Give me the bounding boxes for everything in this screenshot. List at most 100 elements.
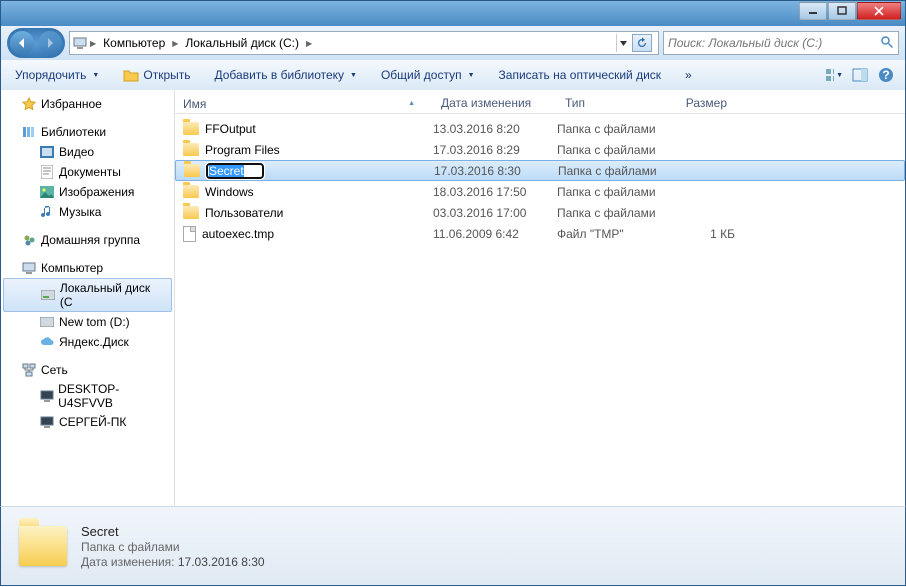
view-options-button[interactable]: ▼ (825, 66, 843, 84)
details-pane: Secret Папка с файлами Дата изменения: 1… (0, 506, 906, 586)
sidebar-label: Документы (59, 165, 121, 179)
folder-large-icon (19, 526, 67, 566)
sidebar-label: Избранное (41, 97, 102, 111)
table-row[interactable]: FFOutput 13.03.2016 8:20Папка с файлами (175, 118, 905, 139)
sidebar-label: Изображения (59, 185, 134, 199)
window-titlebar (0, 0, 906, 26)
sidebar-libraries[interactable]: Библиотеки (1, 122, 174, 142)
file-size: 1 КБ (675, 227, 735, 241)
sidebar-label: Видео (59, 145, 94, 159)
sidebar-desktop-2[interactable]: СЕРГЕЙ-ПК (1, 412, 174, 432)
file-type: Папка с файлами (557, 122, 675, 136)
burn-button[interactable]: Записать на оптический диск (495, 66, 666, 84)
sidebar-label: Библиотеки (41, 125, 106, 139)
search-icon (880, 35, 894, 52)
sidebar-pictures[interactable]: Изображения (1, 182, 174, 202)
details-type: Папка с файлами (81, 540, 265, 554)
help-button[interactable]: ? (877, 66, 895, 84)
file-type: Папка с файлами (558, 164, 676, 178)
star-icon (21, 96, 37, 112)
picture-icon (39, 184, 55, 200)
sidebar-music[interactable]: Музыка (1, 202, 174, 222)
column-size[interactable]: Размер (675, 94, 735, 113)
open-button[interactable]: Открыть (119, 65, 194, 85)
sidebar-network[interactable]: Сеть (1, 360, 174, 380)
table-row[interactable]: Windows 18.03.2016 17:50Папка с файлами (175, 181, 905, 202)
column-date[interactable]: Дата изменения (433, 94, 557, 113)
file-date: 18.03.2016 17:50 (433, 185, 557, 199)
cloud-icon (39, 334, 55, 350)
sidebar-yandex-disk[interactable]: Яндекс.Диск (1, 332, 174, 352)
add-to-library-button[interactable]: Добавить в библиотеку▼ (211, 66, 361, 84)
music-icon (39, 204, 55, 220)
sidebar-computer[interactable]: Компьютер (1, 258, 174, 278)
file-name: Windows (205, 185, 254, 199)
file-name: autoexec.tmp (202, 227, 274, 241)
share-button[interactable]: Общий доступ▼ (377, 66, 479, 84)
column-name[interactable]: Имя▲ (175, 94, 433, 113)
computer-icon (72, 35, 88, 51)
table-row[interactable]: Program Files 17.03.2016 8:29Папка с файл… (175, 139, 905, 160)
svg-text:?: ? (882, 68, 889, 82)
file-date: 13.03.2016 8:20 (433, 122, 557, 136)
preview-pane-button[interactable] (851, 66, 869, 84)
search-box[interactable] (663, 31, 899, 55)
sidebar-local-c[interactable]: Локальный диск (C (3, 278, 172, 312)
file-date: 03.03.2016 17:00 (433, 206, 557, 220)
sidebar-documents[interactable]: Документы (1, 162, 174, 182)
breadcrumb[interactable]: ▶ Компьютер ▶ Локальный диск (C:) ▶ (69, 31, 659, 55)
file-type: Папка с файлами (557, 185, 675, 199)
minimize-button[interactable] (799, 2, 827, 20)
breadcrumb-item-drive[interactable]: Локальный диск (C:) (180, 36, 304, 50)
table-row[interactable]: Пользователи03.03.2016 17:00Папка с файл… (175, 202, 905, 223)
navigation-bar: ▶ Компьютер ▶ Локальный диск (C:) ▶ (0, 26, 906, 60)
maximize-button[interactable] (828, 2, 856, 20)
breadcrumb-item-computer[interactable]: Компьютер (98, 36, 170, 50)
file-name: FFOutput (205, 122, 256, 136)
file-type: Папка с файлами (557, 143, 675, 157)
file-date: 17.03.2016 8:29 (433, 143, 557, 157)
table-row[interactable]: 17.03.2016 8:30Папка с файлами (175, 160, 905, 181)
details-text: Secret Папка с файлами Дата изменения: 1… (81, 524, 265, 569)
folder-open-icon (123, 67, 139, 83)
rename-input[interactable] (206, 163, 264, 179)
close-button[interactable] (857, 2, 901, 20)
sidebar-label: Сеть (41, 363, 68, 377)
refresh-button[interactable] (632, 34, 652, 52)
sidebar-new-tom[interactable]: New tom (D:) (1, 312, 174, 332)
sidebar-label: СЕРГЕЙ-ПК (59, 415, 126, 429)
file-list: Имя▲ Дата изменения Тип Размер FFOutput 1… (175, 90, 905, 506)
search-input[interactable] (668, 36, 880, 50)
file-type: Файл "TMP" (557, 227, 675, 241)
sidebar-label: New tom (D:) (59, 315, 130, 329)
details-date: Дата изменения: 17.03.2016 8:30 (81, 555, 265, 569)
table-row[interactable]: autoexec.tmp11.06.2009 6:42Файл "TMP"1 К… (175, 223, 905, 244)
sidebar-favorites[interactable]: Избранное (1, 94, 174, 114)
forward-button[interactable] (38, 31, 62, 55)
chevron-right-icon: ▶ (304, 39, 314, 48)
back-button[interactable] (10, 31, 34, 55)
video-icon (39, 144, 55, 160)
sidebar-label: Домашняя группа (41, 233, 140, 247)
sidebar-label: Компьютер (41, 261, 103, 275)
sidebar-label: Яндекс.Диск (59, 335, 129, 349)
drive-icon (40, 287, 56, 303)
column-headers: Имя▲ Дата изменения Тип Размер (175, 90, 905, 114)
pc-icon (39, 414, 55, 430)
library-icon (21, 124, 37, 140)
breadcrumb-dropdown[interactable] (616, 34, 630, 52)
more-button[interactable]: » (681, 66, 696, 84)
column-type[interactable]: Тип (557, 94, 675, 113)
sidebar-homegroup[interactable]: Домашняя группа (1, 230, 174, 250)
folder-icon (183, 185, 199, 198)
toolbar: Упорядочить▼ Открыть Добавить в библиоте… (0, 60, 906, 90)
file-type: Папка с файлами (557, 206, 675, 220)
file-name: Program Files (205, 143, 280, 157)
sidebar-desktop-1[interactable]: DESKTOP-U4SFVVB (1, 380, 174, 412)
folder-icon (183, 122, 199, 135)
organize-button[interactable]: Упорядочить▼ (11, 66, 103, 84)
drive-icon (39, 314, 55, 330)
document-icon (39, 164, 55, 180)
sidebar-video[interactable]: Видео (1, 142, 174, 162)
chevron-right-icon: ▶ (88, 39, 98, 48)
